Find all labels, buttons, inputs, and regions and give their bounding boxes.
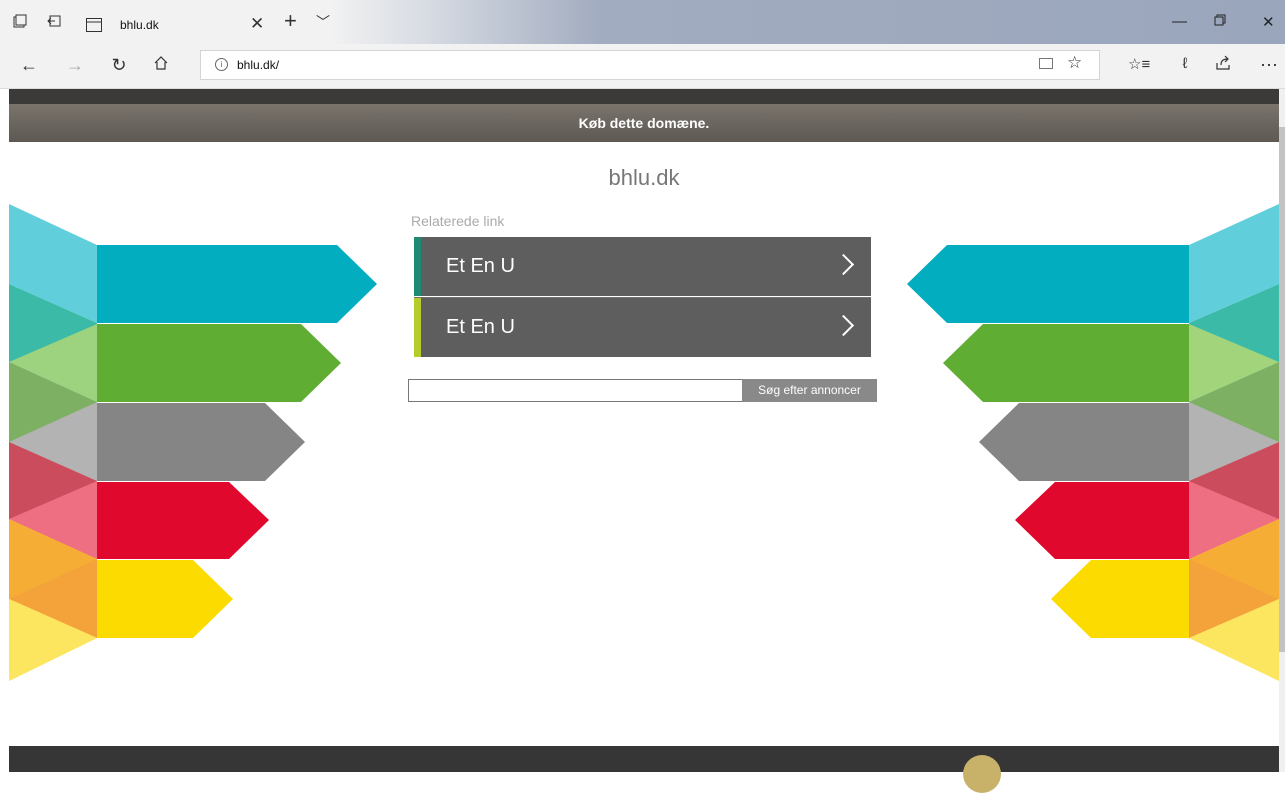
browser-tab[interactable]: bhlu.dk ✕ <box>78 8 273 44</box>
tab-stack-icon[interactable] <box>10 11 30 31</box>
page-viewport: Køb dette domæne. bhlu.dk Relaterede lin… <box>9 89 1279 772</box>
right-arrows-graphic <box>907 204 1279 681</box>
info-icon[interactable]: i <box>215 58 228 71</box>
search-input[interactable] <box>408 379 742 402</box>
url-text[interactable]: bhlu.dk/ <box>237 58 279 72</box>
back-arrow-icon[interactable]: ← <box>18 55 40 76</box>
minimize-icon[interactable]: — <box>1172 13 1187 30</box>
favorites-list-icon[interactable]: ☆≡ <box>1128 55 1150 73</box>
restore-icon[interactable] <box>1214 13 1226 30</box>
footer-bar <box>9 746 1279 772</box>
star-icon[interactable]: ☆ <box>1067 53 1082 73</box>
ad-search: Søg efter annoncer <box>408 379 877 402</box>
book-icon[interactable] <box>1039 58 1053 69</box>
page-icon <box>86 18 102 37</box>
scrollbar[interactable] <box>1279 89 1285 772</box>
forward-arrow-icon[interactable]: → <box>64 55 86 76</box>
related-link-2[interactable]: Et En U <box>414 297 871 357</box>
search-ads-button[interactable]: Søg efter annoncer <box>742 379 877 402</box>
tab-title: bhlu.dk <box>120 18 159 32</box>
close-tab-icon[interactable]: ✕ <box>250 14 264 34</box>
related-link-label: Et En U <box>446 255 515 277</box>
scrollbar-thumb[interactable] <box>1279 127 1285 652</box>
footer-logo <box>963 755 1001 793</box>
address-bar[interactable]: i bhlu.dk/ ☆ <box>200 50 1100 80</box>
plus-icon[interactable]: + <box>284 8 297 34</box>
set-aside-icon[interactable] <box>44 11 64 31</box>
navigation-bar: ← → ↻ i bhlu.dk/ ☆ ☆≡ ℓ ⋯ <box>0 44 1285 89</box>
chevron-right-icon <box>832 314 855 337</box>
related-links-label: Relaterede link <box>411 213 505 229</box>
chevron-right-icon <box>832 253 855 276</box>
related-link-1[interactable]: Et En U <box>414 237 871 296</box>
link-accent-bar <box>414 298 421 357</box>
close-window-icon[interactable]: ✕ <box>1262 13 1275 31</box>
pen-icon[interactable]: ℓ <box>1174 55 1196 72</box>
refresh-icon[interactable]: ↻ <box>108 55 130 76</box>
top-strip <box>9 89 1279 104</box>
site-title: bhlu.dk <box>608 165 680 190</box>
related-link-label: Et En U <box>446 316 515 338</box>
title-bar: bhlu.dk ✕ + ﹀ — ✕ <box>0 0 1285 44</box>
share-icon[interactable] <box>1212 55 1234 76</box>
buy-domain-link[interactable]: Køb dette domæne. <box>9 104 1279 142</box>
home-icon[interactable] <box>150 55 172 76</box>
link-accent-bar <box>414 237 421 296</box>
more-icon[interactable]: ⋯ <box>1258 55 1280 76</box>
chevron-down-icon[interactable]: ﹀ <box>316 12 330 32</box>
